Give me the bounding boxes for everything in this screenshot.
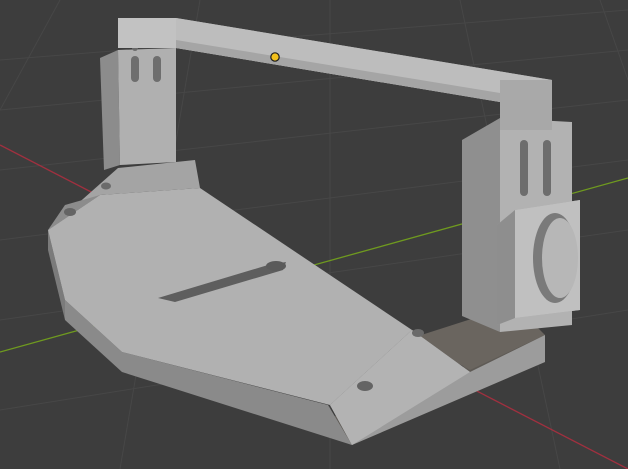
viewport-canvas[interactable] xyxy=(0,0,628,469)
object-origin-icon[interactable] xyxy=(270,52,280,62)
3d-mount-bracket-icon[interactable] xyxy=(48,18,580,445)
3d-viewport[interactable] xyxy=(0,0,628,469)
